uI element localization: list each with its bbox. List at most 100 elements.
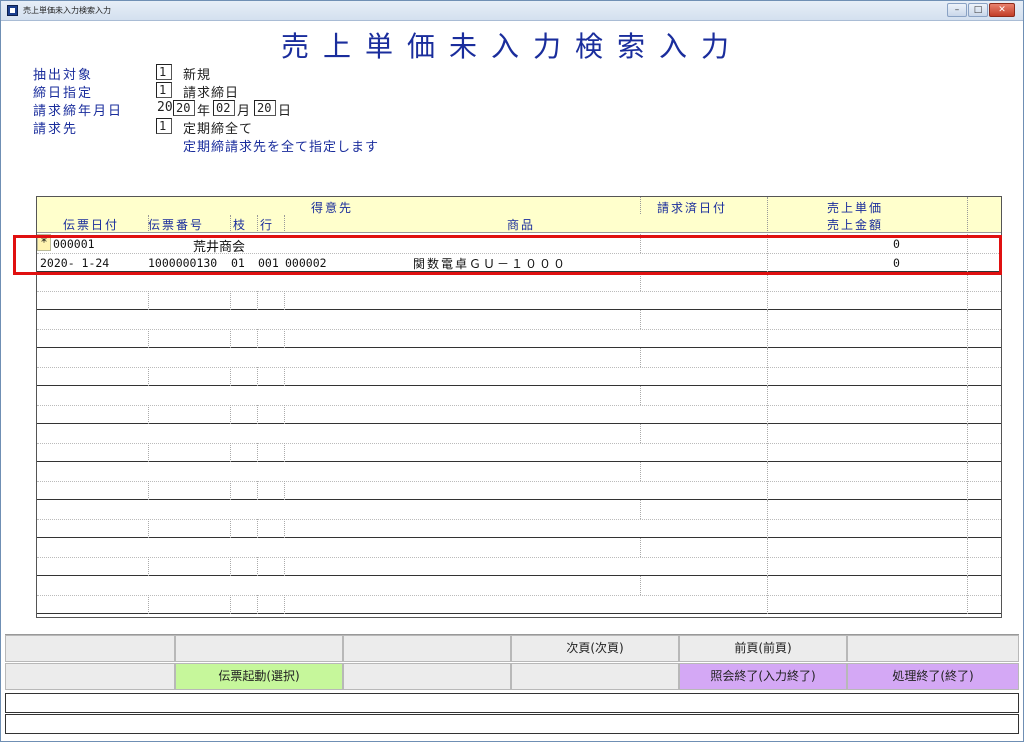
customer-name: 荒井商会 bbox=[193, 240, 246, 255]
cell-divider bbox=[230, 291, 231, 310]
page-title: 売上単価未入力検索入力 bbox=[280, 30, 743, 63]
cell-divider bbox=[257, 329, 258, 348]
row-divider bbox=[37, 595, 1001, 596]
cell-divider bbox=[148, 367, 149, 386]
cell-divider bbox=[230, 595, 231, 614]
app-window: 売上単価未入力検索入力 – □ ✕ 売上単価未入力検索入力 抽出対象 1 新規 … bbox=[0, 0, 1024, 742]
cell-divider bbox=[284, 481, 285, 500]
closing-spec-label: 締日指定 bbox=[33, 86, 94, 101]
cell-divider bbox=[257, 481, 258, 500]
line-value: 001 bbox=[258, 256, 279, 270]
launch-slip-button[interactable]: 伝票起動(選択) bbox=[175, 663, 343, 690]
slip-date-value: 2020- 1-24 bbox=[40, 256, 110, 270]
table-row[interactable] bbox=[37, 462, 1001, 500]
cell-divider bbox=[284, 519, 285, 538]
month-input[interactable]: 02 bbox=[213, 100, 235, 116]
title-bar[interactable]: 売上単価未入力検索入力 – □ ✕ bbox=[1, 1, 1023, 21]
fkey-9[interactable] bbox=[343, 663, 511, 690]
header-billed-date: 請求済日付 bbox=[657, 201, 728, 215]
cell-divider bbox=[230, 557, 231, 576]
day-unit: 日 bbox=[278, 104, 292, 119]
cell-divider bbox=[148, 557, 149, 576]
table-row[interactable] bbox=[37, 386, 1001, 424]
closing-spec-input[interactable]: 1 bbox=[156, 82, 172, 98]
slip-no-value: 1000000130 bbox=[148, 256, 218, 270]
table-row[interactable] bbox=[37, 424, 1001, 462]
year-input[interactable]: 20 bbox=[173, 100, 195, 116]
row-divider bbox=[37, 291, 1001, 292]
fkey-10[interactable] bbox=[511, 663, 679, 690]
billing-note: 定期締請求先を全て指定します bbox=[183, 140, 380, 155]
cell-divider bbox=[967, 348, 968, 386]
cell-divider bbox=[640, 272, 641, 291]
amount-value: 0 bbox=[893, 256, 900, 270]
header-divider bbox=[284, 215, 285, 233]
table-row[interactable] bbox=[37, 272, 1001, 310]
fkey-7[interactable] bbox=[5, 663, 175, 690]
next-page-button[interactable]: 次頁(次頁) bbox=[511, 635, 679, 662]
cell-divider bbox=[148, 405, 149, 424]
header-slip-no: 伝票番号 bbox=[148, 218, 205, 232]
month-unit: 月 bbox=[237, 104, 251, 119]
extract-label: 抽出対象 bbox=[33, 68, 94, 83]
header-line: 行 bbox=[260, 218, 275, 232]
cell-divider bbox=[767, 234, 768, 272]
unit-price-value: 0 bbox=[893, 237, 900, 251]
cell-divider bbox=[767, 576, 768, 614]
row-divider bbox=[37, 253, 1001, 254]
function-key-bar: 次頁(次頁) 前頁(前頁) 伝票起動(選択) 照会終了(入力終了) 処理終了(終… bbox=[5, 634, 1019, 690]
closing-spec-desc: 請求締日 bbox=[183, 86, 240, 101]
cell-divider bbox=[257, 443, 258, 462]
header-product: 商品 bbox=[507, 218, 536, 232]
minimize-button[interactable]: – bbox=[947, 3, 967, 17]
cell-divider bbox=[257, 291, 258, 310]
cell-divider bbox=[284, 329, 285, 348]
cell-divider bbox=[257, 595, 258, 614]
table-row[interactable] bbox=[37, 310, 1001, 348]
cell-divider bbox=[284, 291, 285, 310]
extract-input[interactable]: 1 bbox=[156, 64, 172, 80]
row-divider bbox=[37, 405, 1001, 406]
cell-divider bbox=[767, 272, 768, 310]
table-row[interactable] bbox=[37, 500, 1001, 538]
cell-divider bbox=[767, 348, 768, 386]
prev-page-button[interactable]: 前頁(前頁) bbox=[679, 635, 847, 662]
billing-input[interactable]: 1 bbox=[156, 118, 172, 134]
fkey-1[interactable] bbox=[5, 635, 175, 662]
fkey-6[interactable] bbox=[847, 635, 1019, 662]
billing-desc: 定期締全て bbox=[183, 122, 254, 137]
end-inquiry-button[interactable]: 照会終了(入力終了) bbox=[679, 663, 847, 690]
table-row[interactable] bbox=[37, 348, 1001, 386]
fkey-3[interactable] bbox=[343, 635, 511, 662]
cell-divider bbox=[230, 481, 231, 500]
cell-divider bbox=[640, 576, 641, 595]
fkey-2[interactable] bbox=[175, 635, 343, 662]
header-divider bbox=[767, 197, 768, 233]
cell-divider bbox=[640, 538, 641, 557]
cell-divider bbox=[967, 272, 968, 310]
cell-divider bbox=[284, 557, 285, 576]
cell-divider bbox=[967, 310, 968, 348]
product-code-value: 000002 bbox=[285, 256, 327, 270]
cell-divider bbox=[640, 462, 641, 481]
cell-divider bbox=[967, 386, 968, 424]
day-input[interactable]: 20 bbox=[254, 100, 276, 116]
row-divider bbox=[37, 443, 1001, 444]
header-customer: 得意先 bbox=[311, 201, 354, 215]
table-row[interactable] bbox=[37, 538, 1001, 576]
cell-divider bbox=[148, 519, 149, 538]
end-process-button[interactable]: 処理終了(終了) bbox=[847, 663, 1019, 690]
header-amount: 売上金額 bbox=[827, 218, 884, 232]
cell-divider bbox=[148, 291, 149, 310]
cell-divider bbox=[767, 424, 768, 462]
close-button[interactable]: ✕ bbox=[989, 3, 1015, 17]
maximize-button[interactable]: □ bbox=[968, 3, 988, 17]
year-unit: 年 bbox=[197, 104, 211, 119]
table-row[interactable] bbox=[37, 576, 1001, 614]
app-icon bbox=[7, 5, 18, 16]
product-name-value: 関数電卓ＧＵ－１０００ bbox=[413, 257, 568, 271]
table-row[interactable]: * 000001 荒井商会 0 2020- 1-24 1000000130 01… bbox=[37, 234, 1001, 272]
client-area: 売上単価未入力検索入力 抽出対象 1 新規 締日指定 1 請求締日 請求締年月日… bbox=[5, 22, 1019, 736]
cell-divider bbox=[148, 481, 149, 500]
branch-value: 01 bbox=[231, 256, 245, 270]
